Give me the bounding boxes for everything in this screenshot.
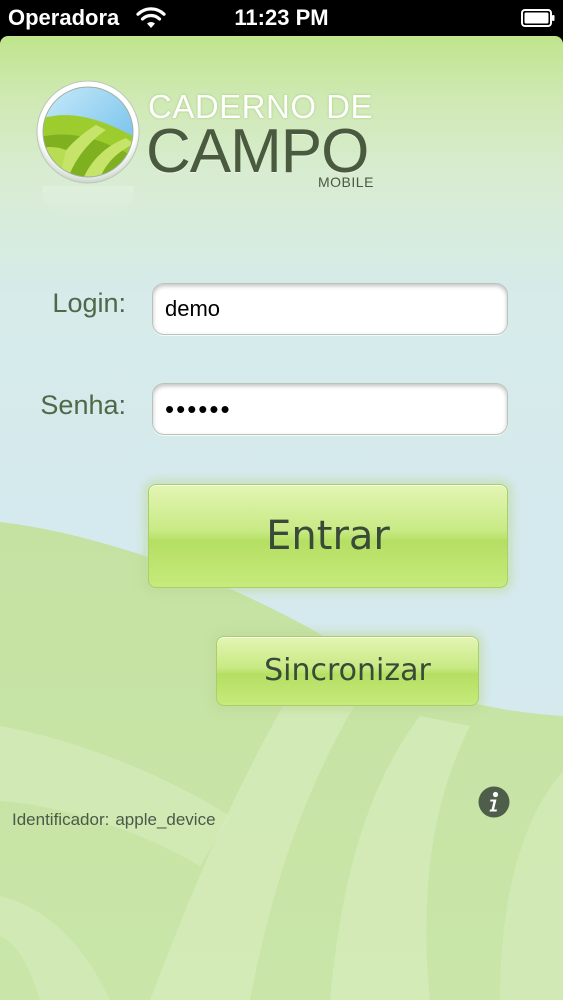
login-label: Login: bbox=[52, 288, 126, 318]
app-content: CADERNO DE CAMPO MOBILE Login: Senha: En… bbox=[0, 36, 563, 1000]
screen: Operadora 11:23 PM CADERNO DE CAMPO MOBI… bbox=[0, 0, 563, 1000]
enter-button[interactable]: Entrar bbox=[148, 484, 508, 588]
device-identifier: Identificador: apple_device bbox=[12, 810, 216, 830]
status-time: 11:23 PM bbox=[234, 5, 329, 30]
password-label: Senha: bbox=[40, 390, 126, 420]
login-input[interactable] bbox=[152, 283, 508, 335]
info-icon[interactable] bbox=[478, 786, 510, 818]
password-input[interactable] bbox=[152, 383, 508, 435]
identifier-label: Identificador: bbox=[12, 810, 110, 829]
status-bar: Operadora 11:23 PM bbox=[0, 0, 563, 36]
globe-logo-icon bbox=[36, 80, 140, 184]
globe-reflection bbox=[42, 186, 134, 224]
logo-subtitle: MOBILE bbox=[318, 174, 374, 190]
sync-button[interactable]: Sincronizar bbox=[216, 636, 479, 706]
battery-icon bbox=[521, 9, 555, 27]
identifier-value: apple_device bbox=[115, 810, 216, 829]
